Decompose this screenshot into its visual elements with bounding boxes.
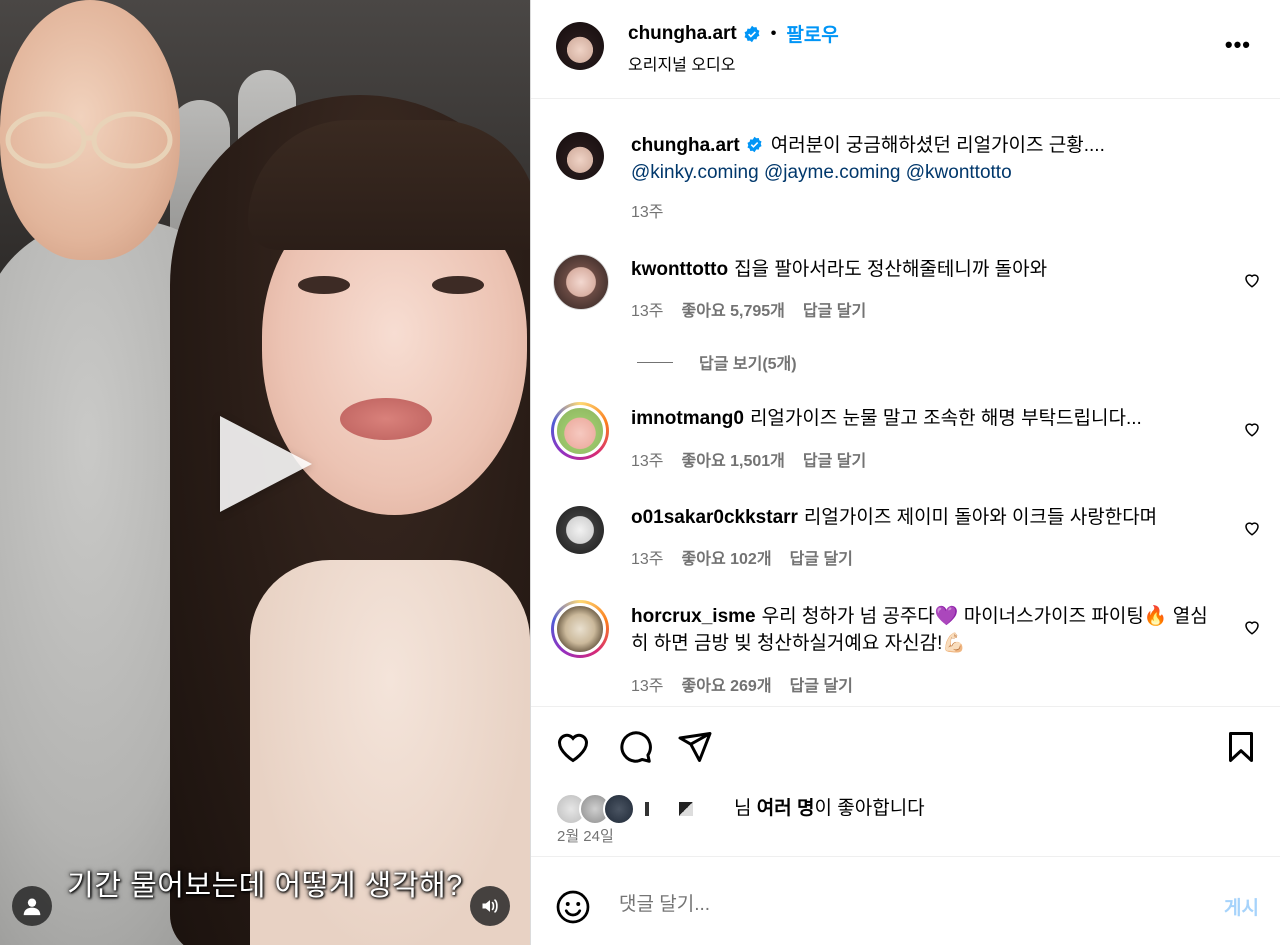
likes-suffix: 이 좋아합니다 [814,798,925,819]
timestamp[interactable]: 13주 [631,672,664,696]
timestamp[interactable]: 13주 [631,447,664,471]
heart-icon[interactable] [1243,271,1261,289]
avatar-story-ring[interactable] [551,600,609,658]
header-username[interactable]: chungha.art [628,23,737,45]
tagged-users-button[interactable] [12,886,52,926]
comment-text: horcrux_isme 우리 청하가 넘 공주다💜 마이너스가이즈 파이팅🔥 열… [631,603,1221,657]
comment-username[interactable]: o01sakar0ckkstarr [631,507,798,528]
avatar [603,793,635,825]
redacted-mark [679,802,693,816]
post-comment-button[interactable]: 게시 [1224,893,1259,920]
timestamp[interactable]: 13주 [631,297,664,321]
heart-icon[interactable] [1243,519,1261,537]
comment-meta: 13주 좋아요 102개 답글 달기 [631,545,853,569]
video-subtitle: 기간 물어보는데 어떻게 생각해? [67,870,463,902]
more-icon[interactable]: ••• [1225,34,1251,56]
comment-username[interactable]: kwonttotto [631,259,728,280]
sound-icon [482,899,498,913]
mention-link[interactable]: @kinky.coming [631,162,759,183]
comment-input[interactable] [617,893,1161,917]
comment-text: kwonttotto 집을 팔아서라도 정산해줄테니까 돌아와 [631,256,1221,283]
likes-bold: 여러 명 [756,798,815,819]
likes-count[interactable]: 좋아요 102개 [682,545,772,569]
avatar [554,603,606,655]
comment-icon[interactable] [617,729,653,765]
liked-by-avatars[interactable] [555,793,693,825]
caption-meta: 13주 [631,198,664,222]
bookmark-icon[interactable] [1223,729,1259,765]
comment-meta: 13주 좋아요 1,501개 답글 달기 [631,447,866,471]
caption-text: chungha.art 여러분이 궁금해하셨던 리얼가이즈 근황.... @kin… [631,132,1221,186]
post-actions: 님 여러 명이 좋아합니다 2월 24일 [531,706,1280,857]
add-comment-bar: 게시 [531,856,1280,946]
comment-text: imnotmang0 리얼가이즈 눈물 말고 조속한 해명 부탁드립니다... [631,405,1221,432]
avatar-story-ring[interactable] [551,402,609,460]
lips [340,398,432,440]
likes-summary[interactable]: 님 여러 명이 좋아합니다 [734,793,925,820]
timestamp[interactable]: 13주 [631,545,664,569]
share-icon[interactable] [677,729,713,765]
mention-link[interactable]: @jayme.coming [764,162,901,183]
likes-prefix: 님 [734,798,752,819]
eye-right [432,276,484,294]
reply-button[interactable]: 답글 달기 [790,545,853,569]
post-date[interactable]: 2월 24일 [557,825,614,846]
caption-username[interactable]: chungha.art [631,135,740,156]
play-icon[interactable] [220,416,312,512]
glasses-shape [5,111,173,169]
comments-list[interactable]: chungha.art 여러분이 궁금해하셨던 리얼가이즈 근황.... @kin… [531,98,1280,706]
comment-meta: 13주 좋아요 5,795개 답글 달기 [631,297,866,321]
video-player[interactable]: 기간 물어보는데 어떻게 생각해? [0,0,530,945]
avatar[interactable] [556,506,604,554]
audio-label[interactable]: 오리지널 오디오 [628,51,736,75]
avatar [554,405,606,457]
reply-button[interactable]: 답글 달기 [803,447,866,471]
divider-line [637,361,673,363]
reply-button[interactable]: 답글 달기 [803,297,866,321]
comment-text: o01sakar0ckkstarr 리얼가이즈 제이미 돌아와 이크들 사랑한다며 [631,504,1221,531]
likes-count[interactable]: 좋아요 269개 [682,672,772,696]
redacted-mark [645,802,649,816]
sound-toggle-button[interactable] [470,886,510,926]
comment-body: 리얼가이즈 제이미 돌아와 이크들 사랑한다며 [803,507,1158,528]
emoji-icon[interactable] [555,889,591,925]
likes-count[interactable]: 좋아요 5,795개 [682,297,785,321]
view-replies-label: 답글 보기(5개) [699,356,797,373]
eye-left [298,276,350,294]
heart-icon[interactable] [1243,618,1261,636]
avatar[interactable] [553,254,609,310]
avatar[interactable] [556,132,604,180]
follow-button[interactable]: 팔로우 [786,20,838,47]
comment-username[interactable]: imnotmang0 [631,408,744,429]
heart-icon[interactable] [1243,420,1261,438]
post-panel: chungha.art • 팔로우 오리지널 오디오 ••• chungha.a… [530,0,1280,945]
verified-badge-icon [747,136,762,153]
avatar[interactable] [556,22,604,70]
reply-button[interactable]: 답글 달기 [790,672,853,696]
comment-username[interactable]: horcrux_isme [631,606,756,627]
comment-body: 리얼가이즈 눈물 말고 조속한 해명 부탁드립니다... [749,408,1142,429]
person-bangs [248,120,530,250]
separator-dot: • [770,24,777,42]
comment-body: 집을 팔아서라도 정산해줄테니까 돌아와 [734,259,1048,280]
user-icon [23,898,41,916]
header-user: chungha.art • 팔로우 [628,20,839,47]
heart-icon[interactable] [555,729,591,765]
likes-count[interactable]: 좋아요 1,501개 [682,447,785,471]
post-header: chungha.art • 팔로우 오리지널 오디오 ••• [531,0,1280,99]
mention-link[interactable]: @kwonttotto [906,162,1012,183]
comment-meta: 13주 좋아요 269개 답글 달기 [631,672,853,696]
verified-badge-icon [744,25,760,42]
timestamp[interactable]: 13주 [631,198,664,222]
caption-body: 여러분이 궁금해하셨던 리얼가이즈 근황.... [770,135,1105,156]
view-replies-button[interactable]: 답글 보기(5개) [637,350,797,374]
